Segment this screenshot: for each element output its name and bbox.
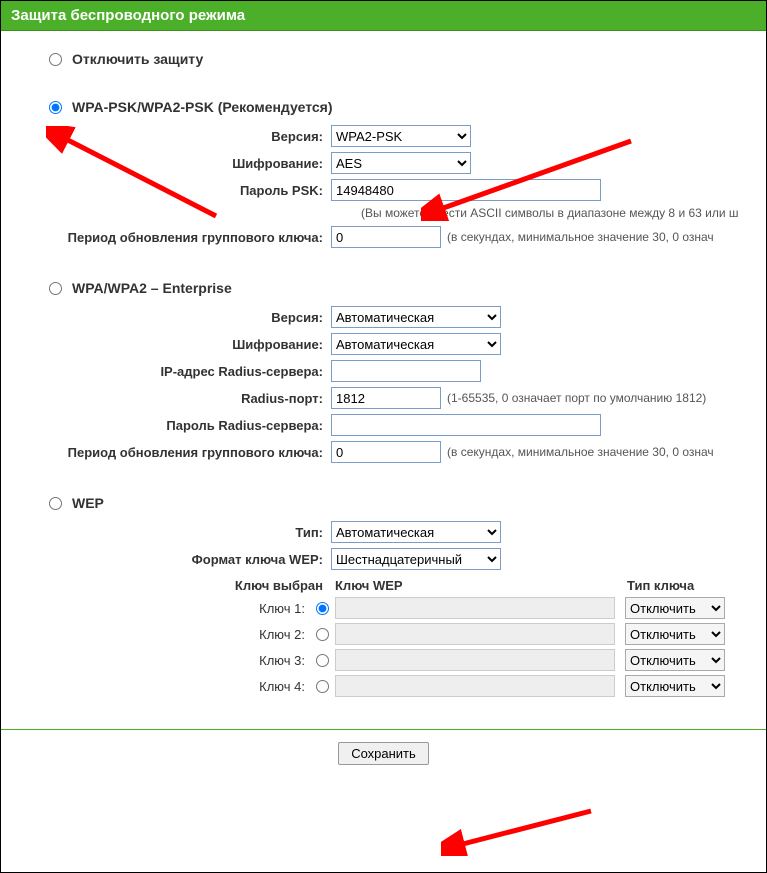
ent-radius-port-hint: (1-65535, 0 означает порт по умолчанию 1… <box>447 391 706 405</box>
ent-version-label: Версия: <box>1 310 331 325</box>
ent-radius-ip-label: IP-адрес Radius-сервера: <box>1 364 331 379</box>
wep-type-label: Тип: <box>1 525 331 540</box>
wep-row-2-label: Ключ 2: <box>1 627 311 642</box>
ent-radius-port-input[interactable] <box>331 387 441 409</box>
radio-wpa-psk[interactable] <box>49 101 62 114</box>
wep-col-key: Ключ WEP <box>331 578 627 593</box>
psk-groupkey-input[interactable] <box>331 226 441 248</box>
ent-encryption-select[interactable]: Автоматическая <box>331 333 501 355</box>
ent-radius-port-label: Radius-порт: <box>1 391 331 406</box>
wep-row-4-label: Ключ 4: <box>1 679 311 694</box>
wep-type-select[interactable]: Автоматическая <box>331 521 501 543</box>
psk-groupkey-hint: (в секундах, минимальное значение 30, 0 … <box>447 230 714 244</box>
wep-row-3-radio[interactable] <box>316 654 329 667</box>
wep-row-4-type-select[interactable]: Отключить <box>625 675 725 697</box>
ent-groupkey-hint: (в секундах, минимальное значение 30, 0 … <box>447 445 714 459</box>
wep-row-3: Ключ 3: Отключить <box>1 649 766 671</box>
wep-row-2-radio[interactable] <box>316 628 329 641</box>
wep-format-label: Формат ключа WEP: <box>1 552 331 567</box>
ent-version-select[interactable]: Автоматическая <box>331 306 501 328</box>
wep-row-1-key-input[interactable] <box>335 597 615 619</box>
wep-row-4-key-input[interactable] <box>335 675 615 697</box>
annotation-arrow-3-icon <box>441 801 601 856</box>
save-button[interactable]: Сохранить <box>338 742 429 765</box>
psk-password-hint: (Вы можете ввести ASCII символы в диапаз… <box>1 206 766 220</box>
disable-security-label: Отключить защиту <box>72 51 203 67</box>
ent-radius-ip-input[interactable] <box>331 360 481 382</box>
ent-encryption-label: Шифрование: <box>1 337 331 352</box>
psk-encryption-label: Шифрование: <box>1 156 331 171</box>
wep-row-3-type-select[interactable]: Отключить <box>625 649 725 671</box>
wep-row-1: Ключ 1: Отключить <box>1 597 766 619</box>
wpa-psk-label: WPA-PSK/WPA2-PSK (Рекомендуется) <box>72 99 332 115</box>
psk-version-label: Версия: <box>1 129 331 144</box>
wep-label: WEP <box>72 495 104 511</box>
ent-groupkey-label: Период обновления группового ключа: <box>1 445 331 460</box>
wep-row-4: Ключ 4: Отключить <box>1 675 766 697</box>
ent-groupkey-input[interactable] <box>331 441 441 463</box>
wep-row-2-key-input[interactable] <box>335 623 615 645</box>
wep-format-select[interactable]: Шестнадцатеричный <box>331 548 501 570</box>
wpa-enterprise-label: WPA/WPA2 – Enterprise <box>72 280 232 296</box>
ent-radius-pass-label: Пароль Radius-сервера: <box>1 418 331 433</box>
psk-encryption-select[interactable]: AES <box>331 152 471 174</box>
radio-wpa-enterprise[interactable] <box>49 282 62 295</box>
page-title: Защита беспроводного режима <box>1 1 766 31</box>
radio-wep[interactable] <box>49 497 62 510</box>
radio-disable-security[interactable] <box>49 53 62 66</box>
psk-version-select[interactable]: WPA2-PSK <box>331 125 471 147</box>
wep-row-2-type-select[interactable]: Отключить <box>625 623 725 645</box>
ent-radius-pass-input[interactable] <box>331 414 601 436</box>
wep-col-selected: Ключ выбран <box>1 578 331 593</box>
wep-row-2: Ключ 2: Отключить <box>1 623 766 645</box>
wep-row-1-label: Ключ 1: <box>1 601 311 616</box>
wep-row-4-radio[interactable] <box>316 680 329 693</box>
psk-groupkey-label: Период обновления группового ключа: <box>1 230 331 245</box>
wep-row-3-label: Ключ 3: <box>1 653 311 668</box>
wep-col-type: Тип ключа <box>627 578 737 593</box>
wep-row-1-type-select[interactable]: Отключить <box>625 597 725 619</box>
wep-row-1-radio[interactable] <box>316 602 329 615</box>
psk-password-label: Пароль PSK: <box>1 183 331 198</box>
wep-row-3-key-input[interactable] <box>335 649 615 671</box>
psk-password-input[interactable] <box>331 179 601 201</box>
